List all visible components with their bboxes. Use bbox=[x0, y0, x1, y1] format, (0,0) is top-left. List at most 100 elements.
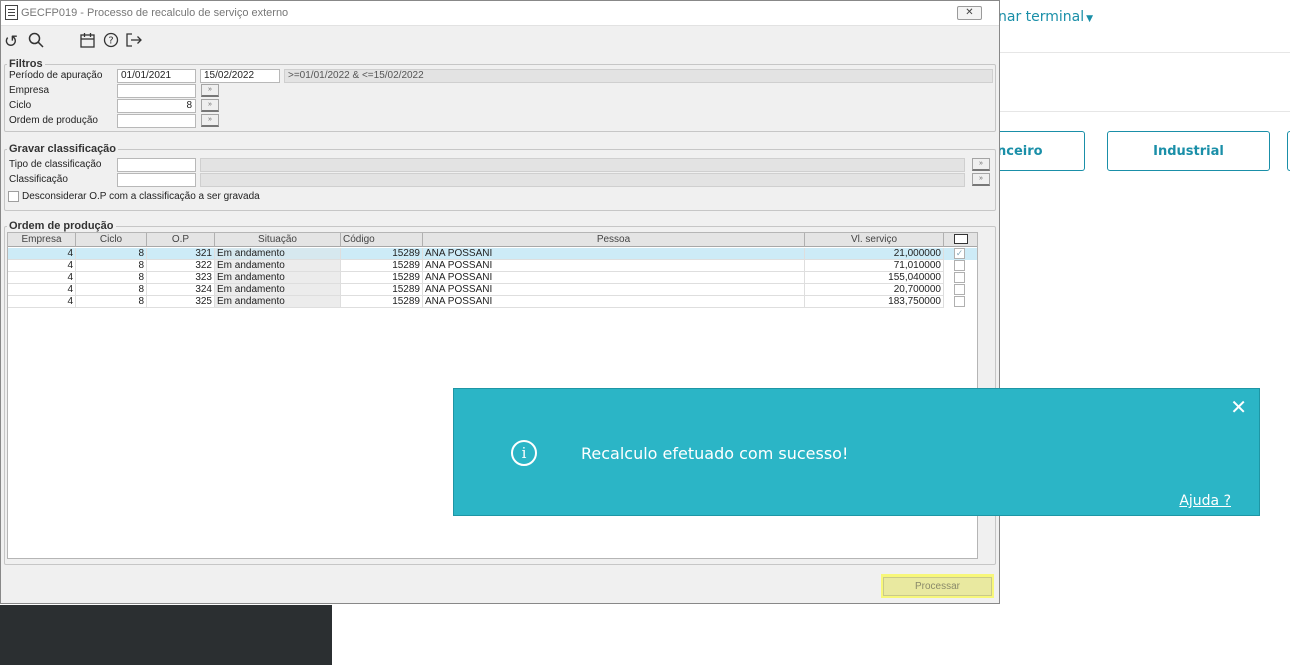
calendar-icon[interactable] bbox=[80, 32, 95, 53]
cell-situacao: Em andamento bbox=[215, 260, 341, 272]
cell-op: 323 bbox=[147, 272, 215, 284]
gravar-legend: Gravar classificação bbox=[9, 143, 117, 155]
cell-ciclo: 8 bbox=[76, 260, 147, 272]
toast-close-icon[interactable]: ✕ bbox=[1230, 396, 1247, 418]
cell-ciclo: 8 bbox=[76, 272, 147, 284]
row-checkbox[interactable] bbox=[954, 260, 965, 271]
cell-codigo: 15289 bbox=[341, 260, 423, 272]
cell-ciclo: 8 bbox=[76, 248, 147, 260]
caret-down-icon: ▼ bbox=[1086, 14, 1094, 24]
cell-empresa: 4 bbox=[8, 284, 76, 296]
table-row[interactable]: 4 8 325 Em andamento 15289 ANA POSSANI 183,750… bbox=[8, 296, 977, 308]
screen: nar terminal ▼ nceiro Industrial GECFP019… bbox=[0, 0, 1290, 665]
column-header-op[interactable]: O.P bbox=[147, 233, 215, 247]
cell-situacao: Em andamento bbox=[215, 248, 341, 260]
cell-pessoa: ANA POSSANI bbox=[423, 272, 805, 284]
column-header-empresa[interactable]: Empresa bbox=[8, 233, 76, 247]
processar-highlight: Processar bbox=[881, 574, 994, 598]
table-row[interactable]: 4 8 322 Em andamento 15289 ANA POSSANI 71,0100… bbox=[8, 260, 977, 272]
table-row[interactable]: 4 8 324 Em andamento 15289 ANA POSSANI 20,7000… bbox=[8, 284, 977, 296]
cell-pessoa: ANA POSSANI bbox=[423, 260, 805, 272]
periodo-expression: >=01/01/2022 & <=15/02/2022 bbox=[284, 69, 993, 83]
classificacao-field[interactable] bbox=[117, 173, 196, 187]
divider bbox=[998, 52, 1290, 53]
ciclo-lookup-button[interactable]: » bbox=[201, 99, 219, 112]
classificacao-desc bbox=[200, 173, 965, 187]
classificacao-lookup-button[interactable]: » bbox=[972, 173, 990, 186]
tipo-classificacao-lookup-button[interactable]: » bbox=[972, 158, 990, 171]
svg-text:?: ? bbox=[108, 36, 113, 47]
dark-panel bbox=[0, 605, 332, 665]
exit-icon[interactable] bbox=[125, 32, 143, 53]
cell-empresa: 4 bbox=[8, 272, 76, 284]
row-checkbox[interactable] bbox=[954, 296, 965, 307]
cell-empresa: 4 bbox=[8, 260, 76, 272]
op-field[interactable] bbox=[117, 114, 196, 128]
toolbar: ↺ ? bbox=[1, 27, 999, 57]
cell-ciclo: 8 bbox=[76, 284, 147, 296]
toast-message: Recalculo efetuado com sucesso! bbox=[581, 444, 849, 463]
empresa-lookup-button[interactable]: » bbox=[201, 84, 219, 97]
desconsiderar-checkbox[interactable] bbox=[8, 191, 19, 202]
cell-empresa: 4 bbox=[8, 248, 76, 260]
periodo-fim-field[interactable]: 15/02/2022 bbox=[200, 69, 280, 83]
success-toast: ✕ i Recalculo efetuado com sucesso! Ajud… bbox=[453, 388, 1260, 516]
op-lookup-button[interactable]: » bbox=[201, 114, 219, 127]
help-icon[interactable]: ? bbox=[103, 32, 119, 53]
cell-valor: 20,700000 bbox=[805, 284, 944, 296]
empresa-label: Empresa bbox=[9, 85, 50, 96]
column-header-valor[interactable]: Vl. serviço bbox=[805, 233, 944, 247]
title-bar: GECFP019 - Processo de recalculo de serv… bbox=[1, 1, 999, 26]
cell-pessoa: ANA POSSANI bbox=[423, 284, 805, 296]
cell-op: 324 bbox=[147, 284, 215, 296]
select-all-checkbox[interactable] bbox=[953, 234, 968, 244]
cell-codigo: 15289 bbox=[341, 284, 423, 296]
cell-pessoa: ANA POSSANI bbox=[423, 248, 805, 260]
tipo-classificacao-field[interactable] bbox=[117, 158, 196, 172]
cell-valor: 183,750000 bbox=[805, 296, 944, 308]
desconsiderar-label: Desconsiderar O.P com a classificação a … bbox=[22, 191, 260, 202]
ciclo-label: Ciclo bbox=[9, 100, 32, 111]
window-title: GECFP019 - Processo de recalculo de serv… bbox=[21, 7, 289, 19]
cell-empresa: 4 bbox=[8, 296, 76, 308]
cell-valor: 155,040000 bbox=[805, 272, 944, 284]
periodo-inicio-field[interactable]: 01/01/2021 bbox=[117, 69, 196, 83]
undo-icon[interactable]: ↺ bbox=[4, 32, 18, 52]
cell-codigo: 15289 bbox=[341, 272, 423, 284]
row-checkbox[interactable]: ✓ bbox=[954, 248, 965, 259]
terminal-link[interactable]: nar terminal ▼ bbox=[998, 9, 1093, 25]
tipo-classificacao-desc bbox=[200, 158, 965, 172]
cell-valor: 21,000000 bbox=[805, 248, 944, 260]
divider bbox=[998, 111, 1290, 112]
industrial-button[interactable]: Industrial bbox=[1107, 131, 1270, 171]
cell-situacao: Em andamento bbox=[215, 272, 341, 284]
tipo-classificacao-label: Tipo de classificação bbox=[9, 159, 102, 170]
search-icon[interactable] bbox=[28, 32, 44, 53]
cell-valor: 71,010000 bbox=[805, 260, 944, 272]
column-header-select[interactable] bbox=[944, 233, 977, 247]
ciclo-field[interactable]: 8 bbox=[117, 99, 196, 113]
terminal-link-label: nar terminal bbox=[998, 9, 1085, 25]
cell-codigo: 15289 bbox=[341, 248, 423, 260]
column-header-codigo[interactable]: Código bbox=[341, 233, 423, 247]
cell-codigo: 15289 bbox=[341, 296, 423, 308]
processar-button[interactable]: Processar bbox=[883, 577, 992, 596]
row-checkbox[interactable] bbox=[954, 272, 965, 283]
cell-situacao: Em andamento bbox=[215, 284, 341, 296]
table-row[interactable]: 4 8 323 Em andamento 15289 ANA POSSANI 155,040… bbox=[8, 272, 977, 284]
cell-ciclo: 8 bbox=[76, 296, 147, 308]
classificacao-label: Classificação bbox=[9, 174, 68, 185]
table-row[interactable]: 4 8 321 Em andamento 15289 ANA POSSANI 21,0000… bbox=[8, 248, 977, 260]
column-header-situacao[interactable]: Situação bbox=[215, 233, 341, 247]
cell-op: 321 bbox=[147, 248, 215, 260]
row-checkbox[interactable] bbox=[954, 284, 965, 295]
filtros-legend: Filtros bbox=[9, 58, 43, 70]
cell-op: 322 bbox=[147, 260, 215, 272]
column-header-ciclo[interactable]: Ciclo bbox=[76, 233, 147, 247]
help-link[interactable]: Ajuda ? bbox=[1179, 493, 1231, 509]
empresa-field[interactable] bbox=[117, 84, 196, 98]
window-close-button[interactable]: ✕ bbox=[957, 6, 982, 20]
column-header-pessoa[interactable]: Pessoa bbox=[423, 233, 805, 247]
info-icon: i bbox=[511, 440, 537, 466]
app-document-icon bbox=[5, 5, 18, 20]
